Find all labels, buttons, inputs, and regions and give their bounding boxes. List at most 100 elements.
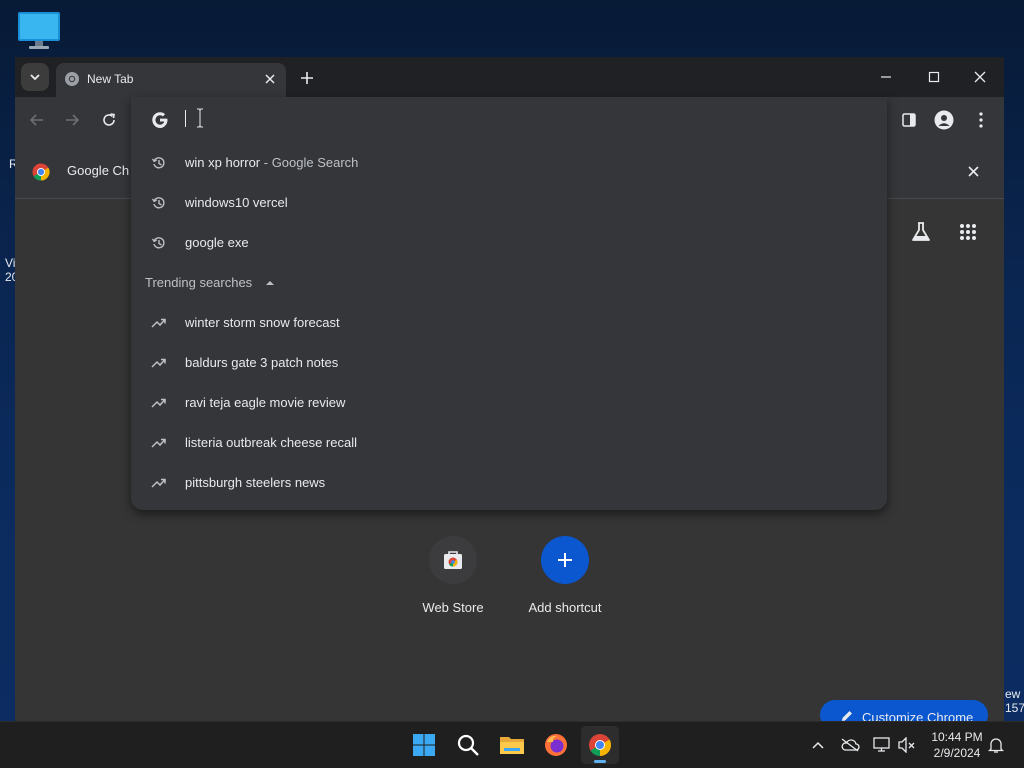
close-tab-button[interactable]	[261, 70, 279, 88]
side-panel-button[interactable]	[895, 106, 923, 134]
profile-button[interactable]	[930, 106, 958, 134]
chrome-logo-icon	[589, 734, 611, 756]
chevron-down-icon	[30, 74, 40, 81]
close-bar-button[interactable]	[963, 161, 983, 181]
apps-button[interactable]	[954, 218, 982, 246]
chrome-window: New Tab Google Ch Web Store Add shortcut…	[15, 57, 1004, 721]
search-button[interactable]	[449, 726, 487, 764]
chevron-up-icon	[812, 741, 824, 749]
customize-chrome-button[interactable]: Customize Chrome	[820, 700, 988, 721]
history-icon	[151, 197, 165, 209]
volume-tray-button[interactable]	[897, 735, 917, 755]
clock-time: 10:44 PM	[931, 730, 983, 744]
new-tab-button[interactable]	[295, 67, 319, 89]
file-explorer-button[interactable]	[493, 726, 531, 764]
google-g-icon	[152, 112, 168, 128]
omnibox-input[interactable]	[131, 97, 887, 143]
more-vert-icon	[979, 112, 983, 128]
trending-up-icon	[151, 478, 166, 488]
windows-logo-icon	[413, 734, 435, 756]
suggestion-trending[interactable]: ravi teja eagle movie review	[131, 383, 887, 423]
volume-muted-icon	[898, 737, 915, 753]
arrow-left-icon	[29, 114, 43, 126]
minimize-button[interactable]	[866, 63, 906, 91]
close-icon	[265, 74, 275, 84]
notifications-button[interactable]	[986, 735, 1006, 755]
trending-up-icon	[151, 398, 166, 408]
chrome-logo-icon	[32, 163, 50, 181]
history-icon	[151, 157, 165, 169]
suggestion-suffix: - Google Search	[260, 155, 359, 170]
chrome-favicon-icon	[65, 72, 79, 86]
tab-new-tab[interactable]: New Tab	[56, 63, 286, 97]
suggestion-text: windows10 vercel	[185, 195, 288, 210]
trending-header[interactable]: Trending searches	[131, 263, 887, 303]
suggestion-trending[interactable]: winter storm snow forecast	[131, 303, 887, 343]
close-icon	[974, 71, 986, 83]
suggestion-history[interactable]: windows10 vercel	[131, 183, 887, 223]
onedrive-tray-button[interactable]	[840, 735, 860, 755]
customize-chrome-label: Customize Chrome	[862, 710, 974, 721]
trending-up-icon	[151, 358, 166, 368]
suggestion-text: win xp horror - Google Search	[185, 155, 359, 170]
trending-header-label: Trending searches	[145, 275, 253, 290]
suggestion-text: ravi teja eagle movie review	[185, 395, 346, 410]
shortcut-label: Web Store	[422, 600, 484, 615]
reload-icon	[103, 113, 115, 126]
tab-search-button[interactable]	[21, 63, 49, 91]
caret-up-icon	[266, 281, 274, 285]
close-window-button[interactable]	[960, 63, 1000, 91]
suggestion-text: baldurs gate 3 patch notes	[185, 355, 339, 370]
suggestion-history[interactable]: win xp horror - Google Search	[131, 143, 887, 183]
minimize-icon	[881, 76, 891, 78]
suggestion-trending[interactable]: pittsburgh steelers news	[131, 463, 887, 503]
start-button[interactable]	[405, 726, 443, 764]
ibeam-cursor-icon	[197, 108, 203, 128]
folder-icon	[500, 737, 524, 754]
suggestion-text: pittsburgh steelers news	[185, 475, 326, 490]
profile-icon	[934, 110, 954, 130]
omnibox-dropdown: win xp horror - Google Search windows10 …	[131, 97, 887, 510]
suggestion-trending[interactable]: baldurs gate 3 patch notes	[131, 343, 887, 383]
text-caret	[185, 110, 186, 127]
trending-up-icon	[151, 438, 166, 448]
suggestion-text: winter storm snow forecast	[185, 315, 340, 330]
add-shortcut-icon	[541, 536, 589, 584]
cloud-offline-icon	[841, 738, 860, 752]
shortcut-add[interactable]: Add shortcut	[510, 536, 620, 615]
taskbar: 10:44 PM 2/9/2024	[0, 721, 1024, 768]
suggestion-history[interactable]: google exe	[131, 223, 887, 263]
flask-icon	[912, 222, 930, 241]
clock-date: 2/9/2024	[933, 746, 981, 760]
title-bar: New Tab	[15, 57, 1004, 97]
firefox-icon	[545, 734, 567, 756]
plus-icon	[301, 72, 313, 84]
forward-button[interactable]	[58, 106, 86, 134]
suggestion-text: listeria outbreak cheese recall	[185, 435, 357, 450]
reload-button[interactable]	[95, 106, 123, 134]
bookmark-item-label[interactable]: Google Ch	[67, 163, 129, 178]
web-store-icon	[429, 536, 477, 584]
bell-icon	[988, 738, 1004, 753]
firefox-button[interactable]	[537, 726, 575, 764]
network-tray-button[interactable]	[872, 735, 892, 755]
search-icon	[457, 734, 479, 756]
trending-up-icon	[151, 318, 166, 328]
chrome-menu-button[interactable]	[967, 106, 995, 134]
pencil-icon	[842, 711, 852, 721]
close-icon	[967, 165, 979, 177]
suggestion-trending[interactable]: listeria outbreak cheese recall	[131, 423, 887, 463]
maximize-button[interactable]	[914, 63, 954, 91]
taskbar-clock[interactable]: 10:44 PM 2/9/2024	[926, 729, 988, 761]
suggestion-text: google exe	[185, 235, 249, 250]
chrome-taskbar-button[interactable]	[581, 726, 619, 764]
arrow-right-icon	[66, 114, 80, 126]
labs-button[interactable]	[907, 218, 935, 246]
back-button[interactable]	[23, 106, 51, 134]
shortcut-web-store[interactable]: Web Store	[398, 536, 508, 615]
active-indicator	[594, 760, 606, 763]
show-hidden-icons-button[interactable]	[808, 735, 828, 755]
network-icon	[873, 737, 890, 752]
this-pc-desktop-icon[interactable]	[17, 10, 61, 50]
maximize-icon	[928, 71, 940, 83]
